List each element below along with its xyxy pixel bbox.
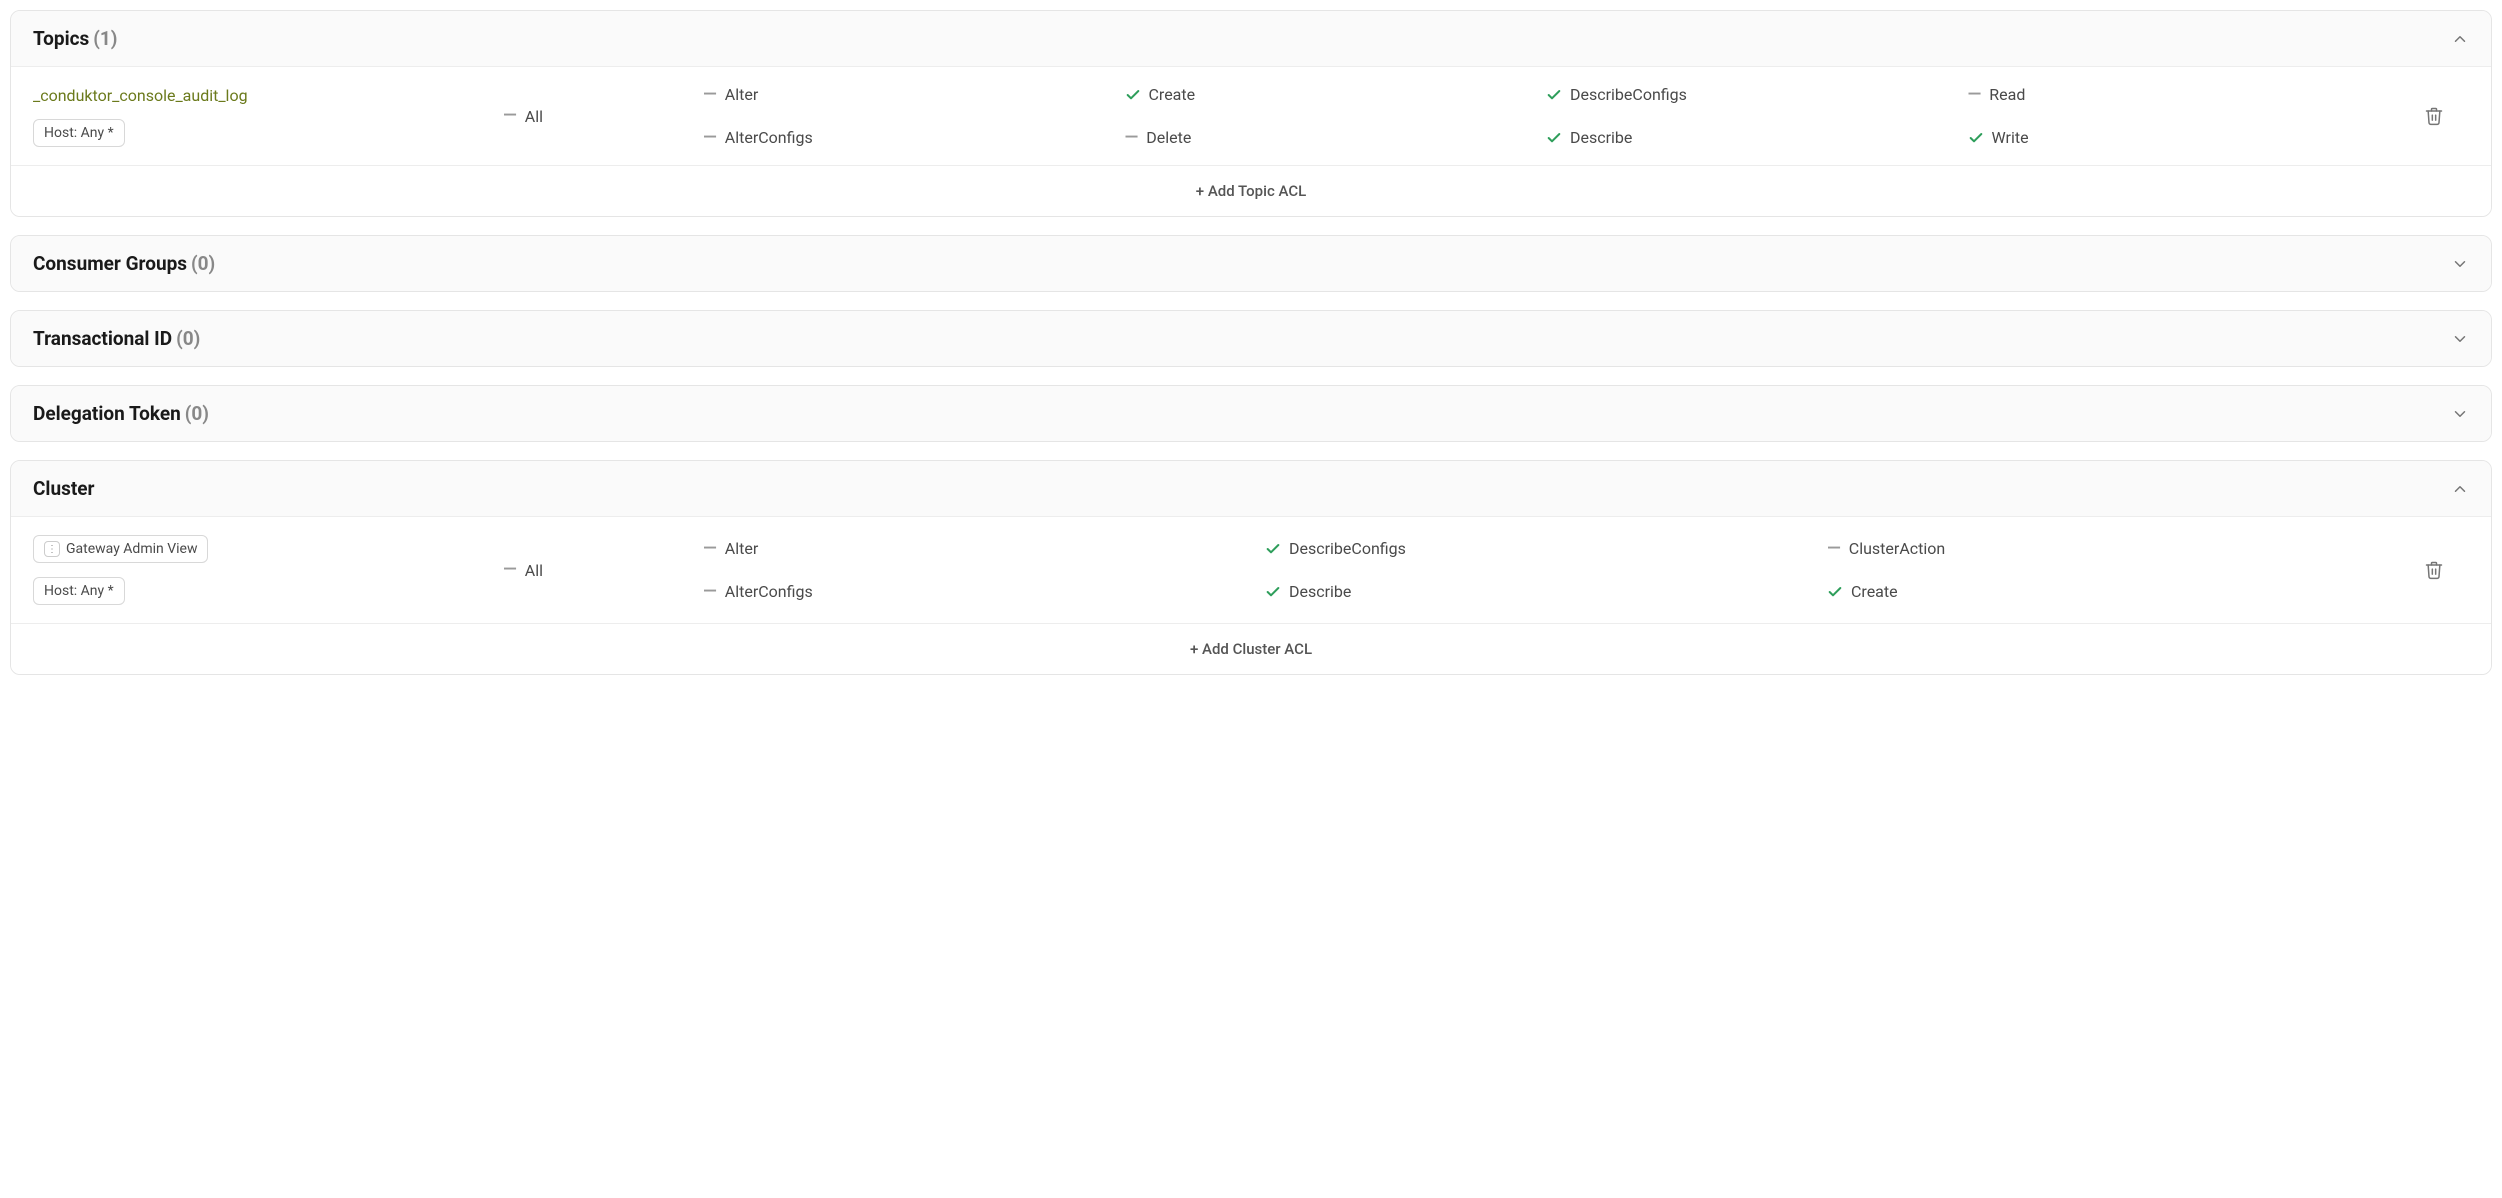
perm-describe[interactable]: Describe: [1546, 128, 1958, 147]
perm-all-label: All: [525, 561, 543, 580]
perm-create[interactable]: Create: [1827, 582, 2379, 601]
perm-delete[interactable]: —Delete: [1125, 128, 1537, 147]
add-topic-acl-button[interactable]: + Add Topic ACL: [11, 165, 2491, 216]
check-icon: [1968, 130, 1984, 146]
topic-acl-row: _conduktor_console_audit_log Host: Any *…: [11, 66, 2491, 165]
transactional-id-count: (0): [176, 327, 200, 350]
consumer-groups-count: (0): [191, 252, 215, 275]
dash-icon: —: [1968, 86, 1982, 104]
cluster-header[interactable]: Cluster: [11, 461, 2491, 516]
perm-alter[interactable]: —Alter: [703, 85, 1115, 104]
delete-button[interactable]: [2399, 560, 2469, 580]
gateway-chip[interactable]: ⋮ Gateway Admin View: [33, 535, 208, 563]
perm-all[interactable]: — All: [503, 107, 703, 126]
chevron-down-icon[interactable]: [2451, 255, 2469, 273]
kafka-icon: ⋮: [44, 541, 60, 557]
chevron-up-icon[interactable]: [2451, 480, 2469, 498]
topics-body: _conduktor_console_audit_log Host: Any *…: [11, 66, 2491, 216]
topic-name[interactable]: _conduktor_console_audit_log: [33, 86, 248, 105]
check-icon: [1827, 584, 1843, 600]
consumer-groups-section: Consumer Groups (0): [10, 235, 2492, 292]
host-chip[interactable]: Host: Any *: [33, 119, 125, 147]
dash-icon: —: [703, 583, 717, 601]
transactional-id-header[interactable]: Transactional ID (0): [11, 311, 2491, 366]
check-icon: [1546, 87, 1562, 103]
delete-button[interactable]: [2399, 106, 2469, 126]
topics-count: (1): [93, 27, 117, 50]
delegation-token-count: (0): [185, 402, 209, 425]
perm-describe[interactable]: Describe: [1265, 582, 1817, 601]
perm-clusteraction[interactable]: —ClusterAction: [1827, 539, 2379, 558]
chevron-down-icon[interactable]: [2451, 330, 2469, 348]
cluster-body: ⋮ Gateway Admin View Host: Any * — All —…: [11, 516, 2491, 674]
dash-icon: —: [1827, 540, 1841, 558]
cluster-section: Cluster ⋮ Gateway Admin View Host: Any *…: [10, 460, 2492, 675]
perm-describeconfigs[interactable]: DescribeConfigs: [1265, 539, 1817, 558]
consumer-groups-header[interactable]: Consumer Groups (0): [11, 236, 2491, 291]
chevron-up-icon[interactable]: [2451, 30, 2469, 48]
perm-alterconfigs[interactable]: —AlterConfigs: [703, 128, 1115, 147]
delegation-token-section: Delegation Token (0): [10, 385, 2492, 442]
perm-all[interactable]: — All: [503, 561, 703, 580]
transactional-id-section: Transactional ID (0): [10, 310, 2492, 367]
cluster-title: Cluster: [33, 477, 95, 500]
delegation-token-title: Delegation Token: [33, 402, 181, 425]
perm-all-label: All: [525, 107, 543, 126]
dash-icon: —: [703, 540, 717, 558]
dash-icon: —: [503, 561, 517, 579]
dash-icon: —: [503, 107, 517, 125]
check-icon: [1265, 541, 1281, 557]
check-icon: [1265, 584, 1281, 600]
dash-icon: —: [703, 86, 717, 104]
perm-read[interactable]: —Read: [1968, 85, 2380, 104]
dash-icon: —: [703, 129, 717, 147]
topics-header[interactable]: Topics (1): [11, 11, 2491, 66]
topics-section: Topics (1) _conduktor_console_audit_log …: [10, 10, 2492, 217]
cluster-perm-grid: —Alter DescribeConfigs —ClusterAction —A…: [703, 539, 2399, 601]
dash-icon: —: [1125, 129, 1139, 147]
check-icon: [1546, 130, 1562, 146]
perm-create[interactable]: Create: [1125, 85, 1537, 104]
add-cluster-acl-button[interactable]: + Add Cluster ACL: [11, 623, 2491, 674]
consumer-groups-title: Consumer Groups: [33, 252, 187, 275]
perm-alterconfigs[interactable]: —AlterConfigs: [703, 582, 1255, 601]
transactional-id-title: Transactional ID: [33, 327, 172, 350]
check-icon: [1125, 87, 1141, 103]
perm-alter[interactable]: —Alter: [703, 539, 1255, 558]
topic-perm-grid: —Alter Create DescribeConfigs —Read —Alt…: [703, 85, 2399, 147]
gateway-chip-label: Gateway Admin View: [66, 541, 197, 557]
topics-title: Topics: [33, 27, 89, 50]
perm-describeconfigs[interactable]: DescribeConfigs: [1546, 85, 1958, 104]
perm-write[interactable]: Write: [1968, 128, 2380, 147]
chevron-down-icon[interactable]: [2451, 405, 2469, 423]
cluster-acl-row: ⋮ Gateway Admin View Host: Any * — All —…: [11, 516, 2491, 623]
host-chip[interactable]: Host: Any *: [33, 577, 125, 605]
delegation-token-header[interactable]: Delegation Token (0): [11, 386, 2491, 441]
